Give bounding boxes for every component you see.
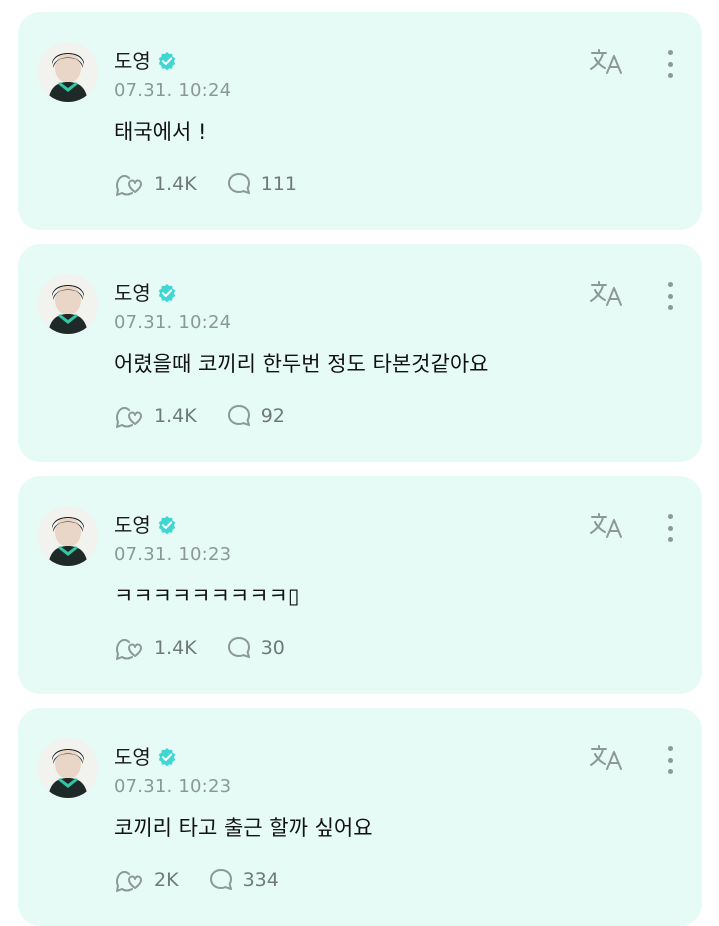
more-dot — [667, 757, 673, 763]
post-card[interactable]: 도영 07.31. 10:23 ㅋㅋㅋㅋㅋㅋㅋㅋㅋ▯ 1.4K 30 — [18, 476, 702, 694]
bubble-heart-icon — [116, 638, 142, 660]
bubble-heart-icon — [116, 406, 142, 428]
more-vertical-icon — [667, 50, 673, 55]
more-dot — [667, 293, 673, 299]
more-dot — [667, 769, 673, 774]
verified-badge-icon — [157, 515, 177, 535]
post-text: 태국에서 ! — [114, 120, 207, 144]
post-date: 07.31. 10:24 — [114, 80, 232, 101]
comment-icon — [227, 405, 250, 426]
translate-button[interactable] — [588, 48, 628, 76]
verified-badge-icon — [157, 51, 177, 71]
comment-icon — [209, 869, 232, 890]
post-card[interactable]: 도영 07.31. 10:24 어렸을때 코끼리 한두번 정도 타본것같아요 1… — [18, 244, 702, 462]
author-name[interactable]: 도영 — [114, 512, 151, 538]
comment-count: 111 — [260, 173, 297, 195]
author-name[interactable]: 도영 — [114, 48, 151, 74]
more-vertical-icon — [667, 282, 673, 287]
avatar[interactable] — [38, 506, 98, 566]
comment-button[interactable]: 30 — [225, 634, 285, 662]
like-button[interactable]: 1.4K — [114, 402, 197, 430]
like-count: 1.4K — [154, 173, 197, 195]
verified-badge-icon — [157, 283, 177, 303]
post-stats: 1.4K 111 — [114, 170, 325, 198]
author-name[interactable]: 도영 — [114, 744, 151, 770]
translate-icon — [590, 281, 622, 306]
verified-badge-icon — [157, 747, 177, 767]
post-stats: 2K 334 — [114, 866, 307, 894]
more-options-button[interactable] — [658, 280, 682, 312]
avatar[interactable] — [38, 42, 98, 102]
comment-count: 30 — [260, 637, 285, 659]
more-options-button[interactable] — [658, 744, 682, 776]
more-vertical-icon — [667, 514, 673, 519]
author-row: 도영 — [114, 744, 177, 770]
comment-count: 92 — [260, 405, 285, 427]
post-feed: 도영 07.31. 10:24 태국에서 ! 1.4K 111 도영 07.31… — [0, 0, 719, 926]
comment-button[interactable]: 111 — [225, 170, 297, 198]
more-vertical-icon — [667, 746, 673, 751]
post-text: 어렸을때 코끼리 한두번 정도 타본것같아요 — [114, 352, 489, 376]
translate-icon — [590, 513, 622, 538]
post-text: ㅋㅋㅋㅋㅋㅋㅋㅋㅋ▯ — [114, 584, 300, 608]
post-text: 코끼리 타고 출근 할까 싶어요 — [114, 816, 373, 840]
author-name[interactable]: 도영 — [114, 280, 151, 306]
like-count: 1.4K — [154, 637, 197, 659]
comment-button[interactable]: 334 — [207, 866, 279, 894]
like-button[interactable]: 2K — [114, 866, 179, 894]
comment-icon — [227, 637, 250, 658]
more-dot — [667, 537, 673, 542]
author-row: 도영 — [114, 512, 177, 538]
post-date: 07.31. 10:23 — [114, 776, 232, 797]
avatar[interactable] — [38, 738, 98, 798]
post-card[interactable]: 도영 07.31. 10:23 코끼리 타고 출근 할까 싶어요 2K 334 — [18, 708, 702, 926]
translate-button[interactable] — [588, 512, 628, 540]
more-dot — [667, 61, 673, 67]
translate-button[interactable] — [588, 744, 628, 772]
translate-icon — [590, 745, 622, 770]
like-button[interactable]: 1.4K — [114, 634, 197, 662]
like-button[interactable]: 1.4K — [114, 170, 197, 198]
bubble-heart-icon — [116, 174, 142, 196]
like-count: 1.4K — [154, 405, 197, 427]
comment-count: 334 — [242, 869, 279, 891]
post-card[interactable]: 도영 07.31. 10:24 태국에서 ! 1.4K 111 — [18, 12, 702, 230]
more-dot — [667, 73, 673, 78]
author-row: 도영 — [114, 280, 177, 306]
post-stats: 1.4K 92 — [114, 402, 313, 430]
post-date: 07.31. 10:24 — [114, 312, 232, 333]
avatar[interactable] — [38, 274, 98, 334]
post-date: 07.31. 10:23 — [114, 544, 232, 565]
comment-icon — [227, 173, 250, 194]
translate-button[interactable] — [588, 280, 628, 308]
bubble-heart-icon — [116, 870, 142, 892]
more-dot — [667, 525, 673, 531]
translate-icon — [590, 49, 622, 74]
more-dot — [667, 305, 673, 310]
more-options-button[interactable] — [658, 48, 682, 80]
comment-button[interactable]: 92 — [225, 402, 285, 430]
author-row: 도영 — [114, 48, 177, 74]
more-options-button[interactable] — [658, 512, 682, 544]
post-stats: 1.4K 30 — [114, 634, 313, 662]
like-count: 2K — [154, 869, 179, 891]
